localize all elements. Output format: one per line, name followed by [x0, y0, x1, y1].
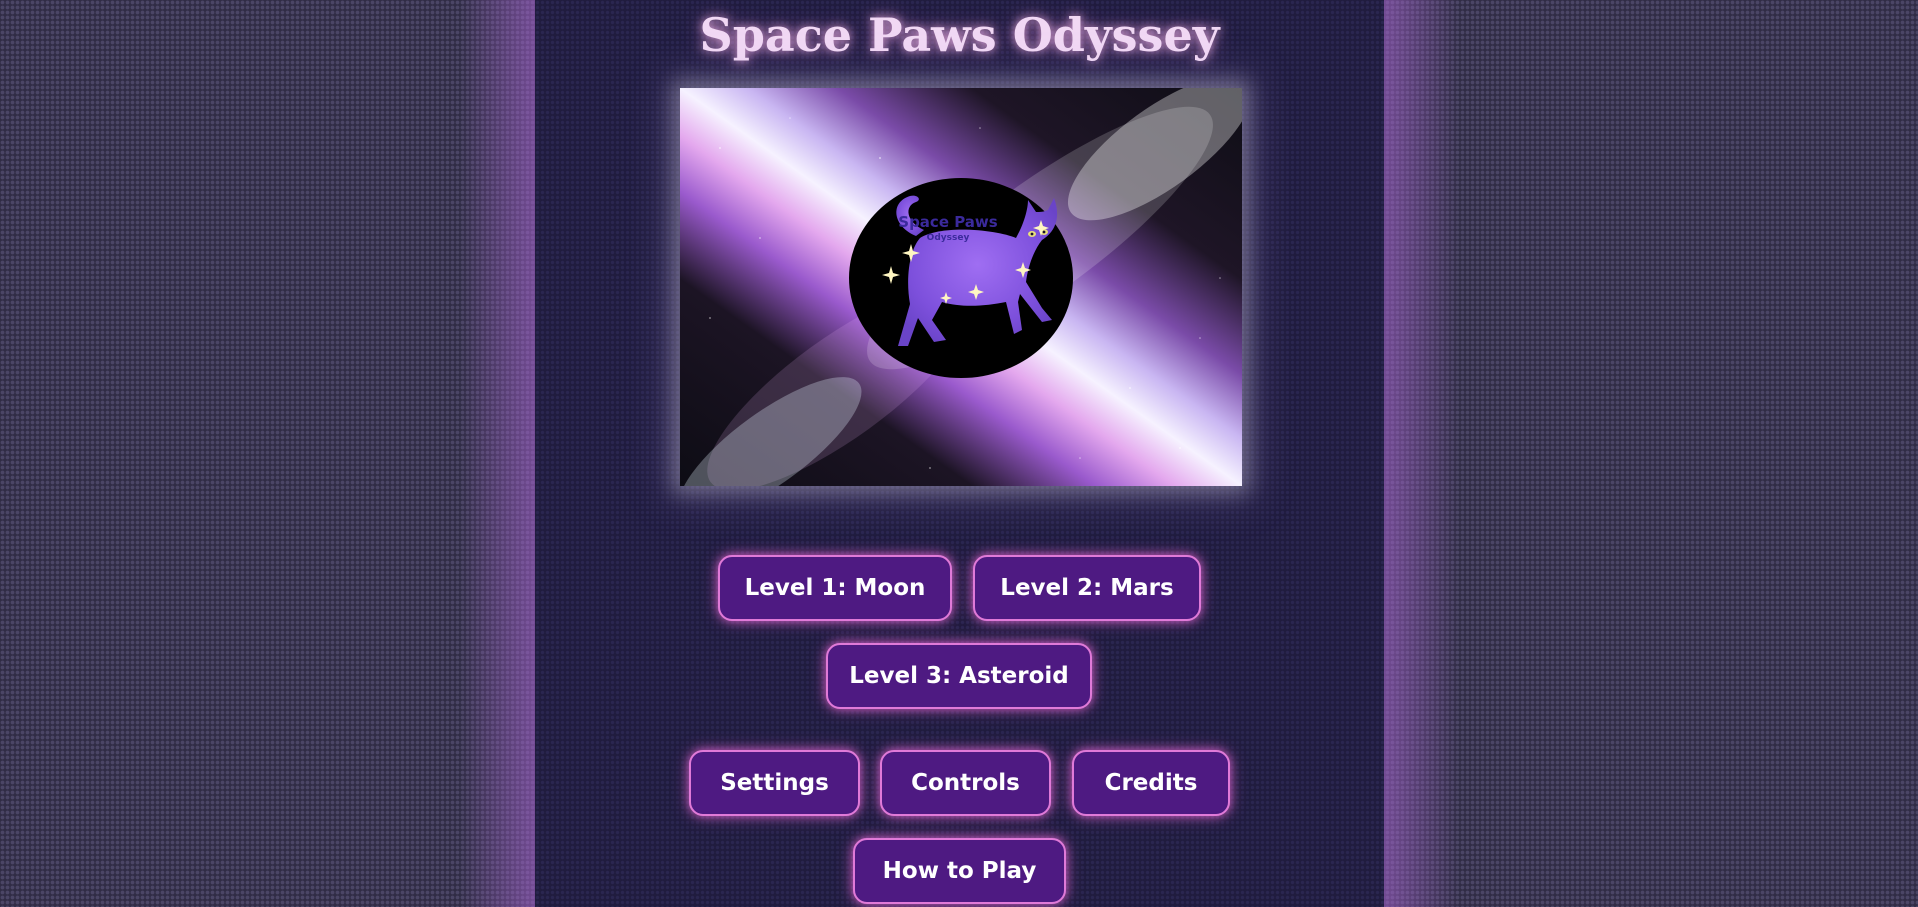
logo-title: Space Paws [898, 213, 998, 231]
logo-subtitle: Odyssey [927, 233, 970, 243]
game-logo: Space Paws Odyssey [849, 178, 1073, 378]
level-1-moon-button[interactable]: Level 1: Moon [718, 555, 952, 621]
settings-button[interactable]: Settings [689, 750, 860, 816]
right-glow-border [1384, 0, 1459, 907]
how-to-play-button[interactable]: How to Play [853, 838, 1066, 904]
level-3-asteroid-button[interactable]: Level 3: Asteroid [826, 643, 1092, 709]
level-2-mars-button[interactable]: Level 2: Mars [973, 555, 1201, 621]
game-title: Space Paws Odyssey [699, 8, 1220, 62]
credits-button[interactable]: Credits [1072, 750, 1230, 816]
hero-image: Space Paws Odyssey [680, 88, 1242, 486]
main-menu-panel: Space Paws Odyssey Space Paws Odyssey Le… [535, 0, 1384, 907]
left-glow-border [460, 0, 535, 907]
controls-button[interactable]: Controls [880, 750, 1051, 816]
